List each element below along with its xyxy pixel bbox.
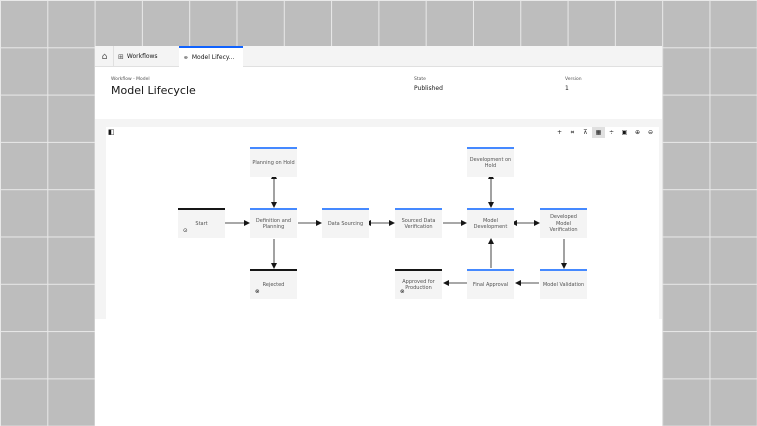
node-developed-model-verification-label: Developed Model Verification [549,214,578,234]
node-data-sourcing-label: Data Sourcing [327,220,364,227]
node-development-on-hold[interactable]: Development on Hold [467,147,514,177]
page-header: Workflow - Model Model Lifecycle State P… [95,67,662,119]
workflow-diagram[interactable]: Start ⊙ Definition and Planning Planning… [106,138,659,319]
node-planning-on-hold-label: Planning on Hold [252,159,295,166]
connect-icon[interactable]: ⌗ [566,127,579,138]
state-value: Published [414,85,443,92]
version-value: 1 [565,85,569,92]
node-definition-planning[interactable]: Definition and Planning [250,208,297,238]
minimap-icon[interactable]: ▣ [618,127,631,138]
node-planning-on-hold[interactable]: Planning on Hold [250,147,297,177]
node-model-validation[interactable]: Model Validation [540,269,587,299]
home-icon[interactable]: ⌂ [97,49,112,65]
center-icon[interactable]: ⊼ [579,127,592,138]
grid-icon[interactable]: ▦ [592,127,605,138]
node-approved-for-production[interactable]: Approved for Production ⊗ [395,269,442,299]
node-model-development-label: Model Development [473,217,508,231]
stop-icon: ⊗ [400,288,405,295]
tab-workflows[interactable]: ⊞ Workflows [113,46,179,67]
node-rejected[interactable]: Rejected ⊗ [250,269,297,299]
breadcrumb[interactable]: Workflow - Model [111,77,150,82]
add-icon[interactable]: + [553,127,566,138]
side-panel-icon[interactable]: ◧ [108,128,115,136]
node-rejected-label: Rejected [262,281,285,288]
fit-icon[interactable]: ÷ [605,127,618,138]
node-definition-planning-label: Definition and Planning [255,217,292,231]
tab-model-lifecycle-label: Model Lifecy... [191,54,235,61]
page-title: Model Lifecycle [111,84,196,97]
node-final-approval-label: Final Approval [472,281,509,288]
node-start[interactable]: Start ⊙ [178,208,225,238]
node-model-validation-label: Model Validation [542,281,585,288]
tab-model-lifecycle[interactable]: ⚭ Model Lifecy... [179,46,243,67]
node-data-sourcing[interactable]: Data Sourcing [322,208,369,238]
node-model-development[interactable]: Model Development [467,208,514,238]
version-label: Version [565,77,582,82]
node-sourced-data-verification-label: Sourced Data Verification [401,217,436,231]
zoom-out-icon[interactable]: ⊖ [644,127,657,138]
state-label: State [414,77,426,82]
tab-bar: ⌂ ⊞ Workflows ⚭ Model Lifecy... [95,46,662,67]
canvas-toolbar: ◧ + ⌗ ⊼ ▦ ÷ ▣ ⊕ ⊖ [106,127,659,138]
node-final-approval[interactable]: Final Approval [467,269,514,299]
page-lower-area [95,319,662,426]
node-start-label: Start [195,220,208,227]
zoom-in-icon[interactable]: ⊕ [631,127,644,138]
node-sourced-data-verification[interactable]: Sourced Data Verification [395,208,442,238]
app-window: ⌂ ⊞ Workflows ⚭ Model Lifecy... Workflow… [95,46,662,426]
stop-icon: ⊗ [255,288,260,295]
tab-workflows-label: Workflows [126,53,158,60]
table-icon: ⊞ [118,52,124,61]
node-developed-model-verification[interactable]: Developed Model Verification [540,208,587,238]
workflow-canvas-area: ◧ + ⌗ ⊼ ▦ ÷ ▣ ⊕ ⊖ Start ⊙ Definition and… [95,119,662,319]
workflow-icon: ⚭ [183,53,189,62]
play-icon: ⊙ [183,227,188,234]
node-development-on-hold-label: Development on Hold [469,156,512,170]
